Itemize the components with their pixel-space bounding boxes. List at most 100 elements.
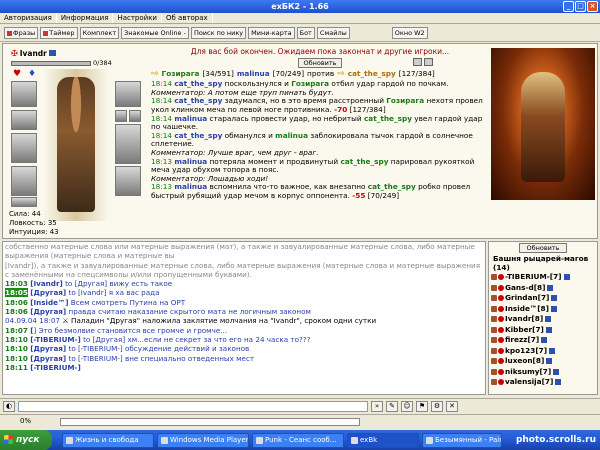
friends-online-button[interactable]: Знакомые Online - (121, 27, 189, 39)
minimize-button[interactable]: _ (563, 1, 574, 12)
user-list-item[interactable]: Gans-d[8] (491, 283, 595, 294)
user-name[interactable]: luxeon[8] (505, 356, 544, 367)
fighter-3[interactable]: cat_the_spy (348, 69, 396, 79)
ring-slot-1[interactable] (115, 110, 127, 122)
menu-settings[interactable]: Настройки (113, 13, 162, 23)
start-button[interactable]: пуск (0, 430, 52, 450)
user-action-icon[interactable] (491, 274, 497, 281)
weapon-slot[interactable] (11, 133, 37, 163)
user-name[interactable]: valensija[7] (505, 377, 553, 388)
user-action-icon[interactable] (491, 347, 497, 354)
log-target[interactable]: malinua (275, 131, 308, 140)
user-action-icon[interactable] (491, 316, 497, 323)
filter-icon[interactable]: ⚑ (416, 401, 428, 412)
user-name[interactable]: kpo123[7] (505, 346, 547, 357)
user-name[interactable]: Inside™[8] (505, 304, 549, 315)
user-list-item[interactable]: niksumy[7] (491, 367, 595, 378)
settings-icon[interactable]: ⚙ (431, 401, 443, 412)
clear-icon[interactable]: ✎ (386, 401, 398, 412)
boots-slot[interactable] (115, 166, 141, 196)
amulet-slot[interactable] (11, 110, 37, 130)
user-list-item[interactable]: -TIBERIUM-[7] (491, 272, 595, 283)
user-action-icon[interactable] (491, 379, 497, 386)
user-info-icon[interactable] (549, 347, 556, 354)
user-info-icon[interactable] (553, 368, 560, 375)
chat-author[interactable]: [Другая] (30, 307, 66, 316)
exit-icon[interactable]: ✕ (446, 401, 458, 412)
phrases-button[interactable]: Фразы (4, 27, 39, 39)
user-list-item[interactable]: valensija[7] (491, 377, 595, 388)
mini-map-button[interactable]: Мини-карта (248, 27, 295, 39)
user-info-icon[interactable] (546, 358, 553, 365)
user-info-icon[interactable] (545, 316, 552, 323)
chat-author[interactable]: [-TIBERIUM-] (30, 363, 81, 372)
log-target[interactable]: cat_the_spy (364, 114, 412, 123)
user-action-icon[interactable] (491, 284, 497, 291)
user-action-icon[interactable] (491, 295, 497, 302)
menu-authorization[interactable]: Авторизация (0, 13, 57, 23)
user-list-item[interactable]: kpo123[7] (491, 346, 595, 357)
chat-input[interactable] (18, 401, 368, 412)
menu-information[interactable]: Информация (57, 13, 114, 23)
user-list-item[interactable]: Kibber[7] (491, 325, 595, 336)
user-list-item[interactable]: Inside™[8] (491, 304, 595, 315)
gloves-slot[interactable] (115, 81, 141, 107)
chat-author[interactable]: [Ivandr] (30, 279, 63, 288)
close-button[interactable]: × (587, 1, 598, 12)
opponent-info-icon[interactable] (424, 58, 433, 66)
timer-button[interactable]: Таймер (40, 27, 78, 39)
task-media-player[interactable]: Windows Media Player (157, 432, 249, 448)
chat-author[interactable]: [Inside™] (30, 298, 68, 307)
equipment-button[interactable]: Комплект (79, 27, 120, 39)
belt-slot[interactable] (11, 197, 37, 207)
task-exbk[interactable]: exBk (347, 432, 419, 448)
user-info-icon[interactable] (551, 295, 558, 302)
chat-author[interactable]: [-TIBERIUM-] (30, 335, 81, 344)
chat-author[interactable]: [Другая] (30, 288, 66, 297)
task-punk[interactable]: Punk - Сеанс сооб... (252, 432, 344, 448)
user-info-icon[interactable] (541, 337, 548, 344)
user-list-item[interactable]: Grindan[7] (491, 293, 595, 304)
smile-icon[interactable]: ☺ (401, 401, 413, 412)
user-info-icon[interactable] (547, 284, 554, 291)
user-list-item[interactable]: firezz[7] (491, 335, 595, 346)
user-action-icon[interactable] (491, 358, 497, 365)
user-action-icon[interactable] (491, 368, 497, 375)
task-zhizn[interactable]: Жизнь и свобода (62, 432, 154, 448)
window-w2-button[interactable]: Окно W2 (391, 27, 428, 39)
user-info-icon[interactable] (545, 326, 552, 333)
private-icon[interactable]: ◐ (3, 401, 15, 412)
smileys-button[interactable]: Смайлы (316, 27, 350, 39)
armor-slot[interactable] (11, 166, 37, 196)
chat-author[interactable]: [Другая] (30, 344, 66, 353)
task-paint[interactable]: Безымянный - Paint (422, 432, 502, 448)
ring-slot-2[interactable] (129, 110, 141, 122)
helmet-slot[interactable] (11, 81, 37, 107)
user-info-icon[interactable] (563, 274, 570, 281)
user-name[interactable]: Ivandr[8] (505, 314, 543, 325)
user-action-icon[interactable] (491, 326, 497, 333)
user-name[interactable]: Grindan[7] (505, 293, 549, 304)
user-list-item[interactable]: luxeon[8] (491, 356, 595, 367)
user-name[interactable]: Gans-d[8] (505, 283, 545, 294)
log-target[interactable]: cat_the_spy (340, 157, 388, 166)
user-name[interactable]: firezz[7] (505, 335, 539, 346)
character-name[interactable]: Ivandr (20, 49, 47, 58)
maximize-button[interactable]: □ (575, 1, 586, 12)
menu-about[interactable]: Об авторах (162, 13, 213, 23)
log-target[interactable]: Гозирага (386, 96, 424, 106)
user-name[interactable]: Kibber[7] (505, 325, 544, 336)
fighter-1[interactable]: Гозирага (162, 69, 200, 79)
search-nick-button[interactable]: Поиск по нику (190, 27, 247, 39)
user-info-icon[interactable] (555, 379, 562, 386)
user-name[interactable]: niksumy[7] (505, 367, 551, 378)
fight-refresh-button[interactable]: Обновить (298, 57, 342, 68)
shield-slot[interactable] (115, 124, 141, 164)
user-info-icon[interactable] (550, 305, 557, 312)
chat-author[interactable]: [Другая] (30, 354, 66, 363)
user-action-icon[interactable] (491, 337, 497, 344)
room-refresh-button[interactable]: Обновить (519, 243, 567, 253)
user-name[interactable]: -TIBERIUM-[7] (505, 272, 562, 283)
send-icon[interactable]: » (371, 401, 383, 412)
user-action-icon[interactable] (491, 305, 497, 312)
